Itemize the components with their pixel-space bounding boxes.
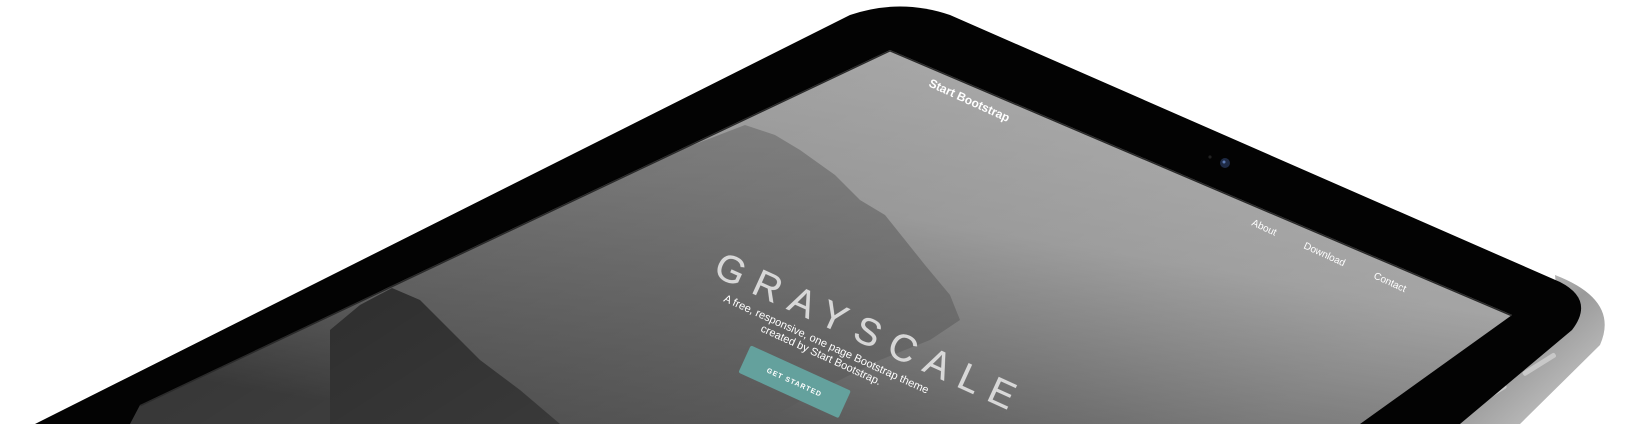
tablet-mockup: Start Bootstrap About Download Contact G… [35,6,1605,424]
camera-highlight [1222,160,1226,164]
device-mockup-stage: Start Bootstrap About Download Contact G… [0,0,1650,424]
sensor-dot [1208,155,1212,159]
